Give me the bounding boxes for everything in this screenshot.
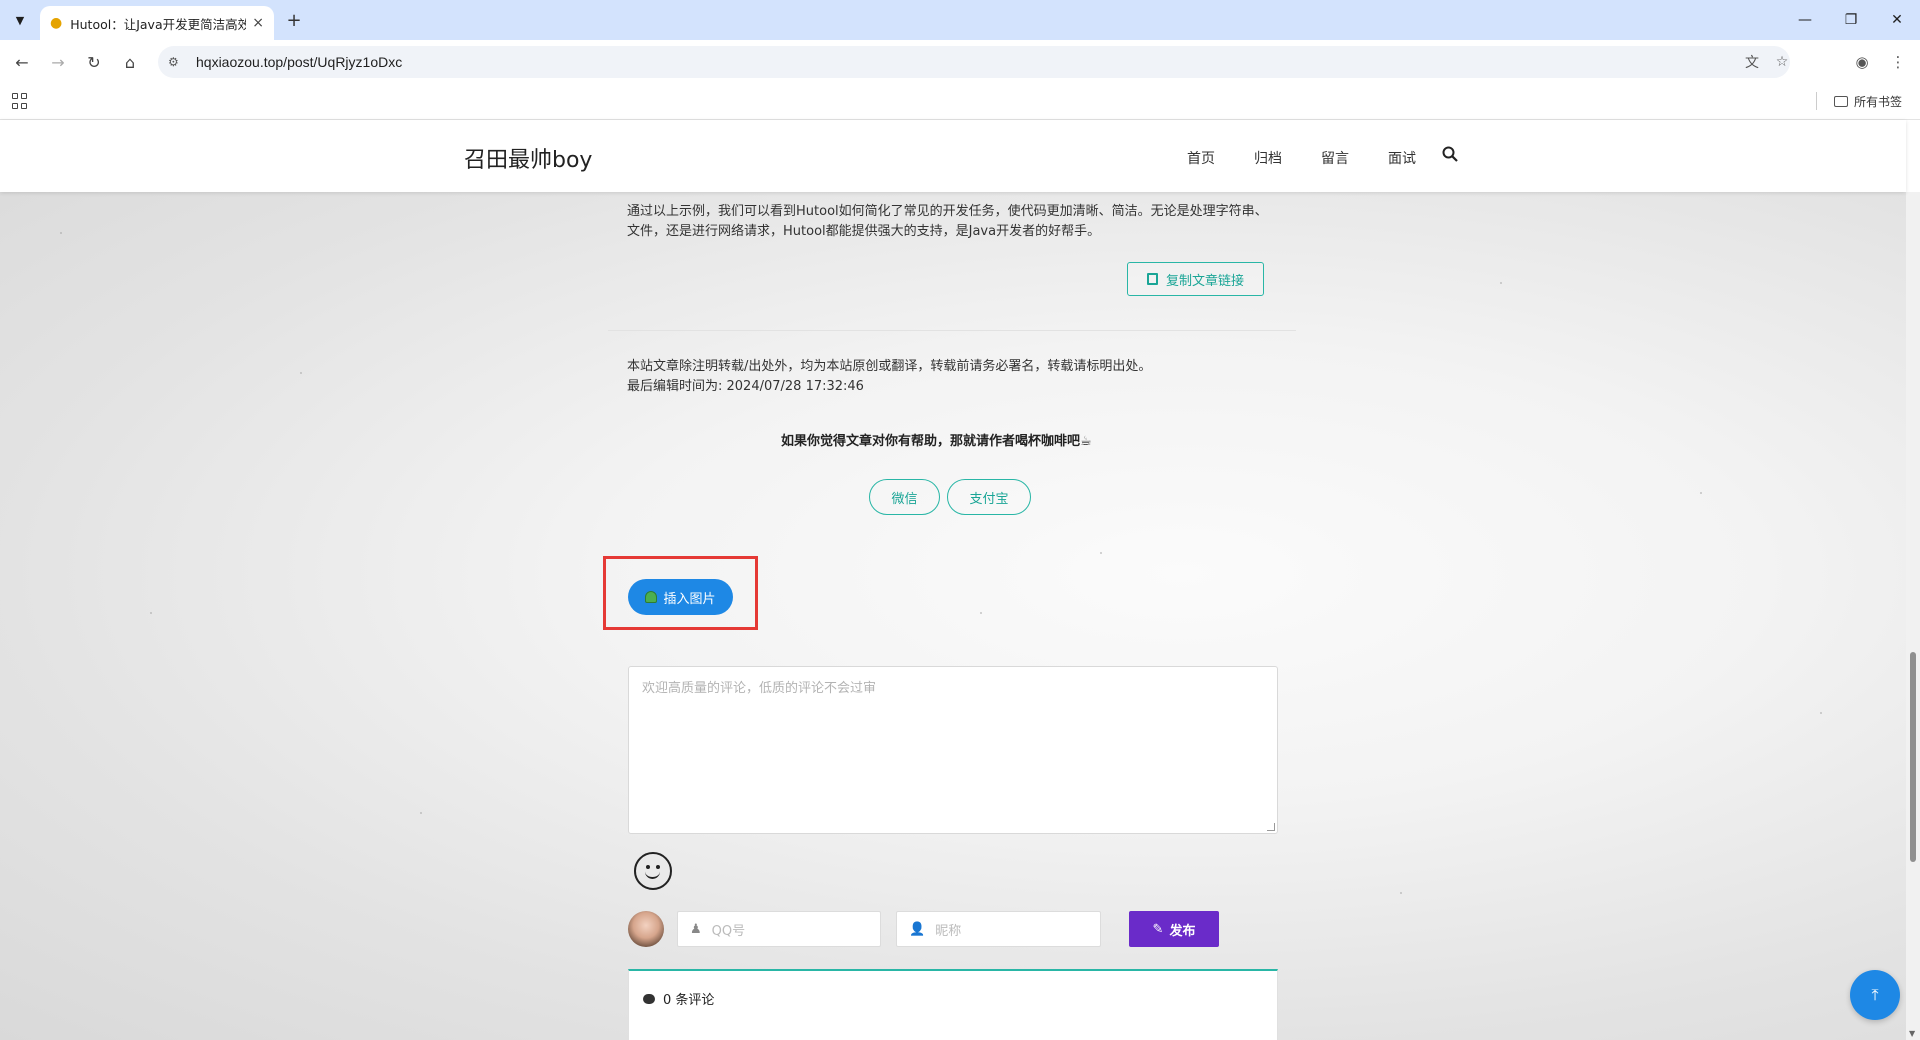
texture-speck (1400, 892, 1402, 894)
scrollbar-thumb[interactable] (1910, 652, 1916, 862)
nav-guestbook[interactable]: 留言 (1321, 148, 1349, 168)
qq-field[interactable]: ♟ QQ号 (677, 911, 881, 947)
comment-placeholder: 欢迎高质量的评论，低质的评论不会过审 (642, 681, 877, 696)
reload-icon[interactable]: ↻ (82, 50, 106, 74)
profile-icon[interactable]: ◉ (1850, 50, 1874, 74)
tab-close-icon[interactable]: × (252, 15, 264, 31)
texture-speck (300, 372, 302, 374)
arrow-up-icon: ⤒ (1871, 985, 1879, 1004)
penguin-icon: ♟ (690, 921, 702, 937)
texture-speck (1700, 492, 1702, 494)
apps-grid-icon[interactable] (12, 93, 28, 109)
nav-archive[interactable]: 归档 (1254, 148, 1282, 168)
texture-speck (150, 612, 152, 614)
address-bar[interactable]: ⚙ hqxiaozou.top/post/UqRjyz1oDxc ☆ 文 (158, 46, 1790, 78)
alipay-button[interactable]: 支付宝 (947, 479, 1031, 515)
qq-placeholder: QQ号 (711, 923, 746, 939)
forward-icon[interactable]: → (46, 50, 70, 74)
last-edited-text: 最后编辑时间为: 2024/07/28 17:32:46 (627, 379, 864, 394)
bookmarks-bar: 所有书签 (0, 84, 1920, 120)
browser-toolbar: ← → ↻ ⌂ ⚙ hqxiaozou.top/post/UqRjyz1oDxc… (0, 40, 1920, 84)
browser-tab-active[interactable]: ● Hutool：让Java开发更简洁高效 × (40, 6, 274, 40)
folder-icon (1834, 96, 1848, 107)
back-to-top-button[interactable]: ⤒ (1850, 970, 1900, 1020)
edit-icon: ✎ (1152, 921, 1164, 937)
scroll-down-arrow-icon[interactable]: ▼ (1909, 1029, 1915, 1038)
comments-panel: 0 条评论 (628, 969, 1278, 1040)
texture-speck (980, 612, 982, 614)
duck-favicon-icon: ● (50, 15, 63, 31)
texture-speck (420, 812, 422, 814)
restore-icon[interactable]: ❐ (1828, 0, 1874, 40)
emoji-smiley-icon[interactable] (634, 852, 672, 890)
copy-icon (1146, 273, 1158, 285)
copyright-notice: 本站文章除注明转载/出处外，均为本站原创或翻译，转载前请务必署名，转载请标明出处… (627, 357, 1151, 397)
site-settings-icon[interactable]: ⚙ (168, 55, 184, 69)
comment-bubble-icon (643, 993, 655, 1004)
texture-speck (1820, 712, 1822, 714)
search-icon[interactable] (1442, 146, 1458, 162)
browser-tab-bar: ▼ ● Hutool：让Java开发更简洁高效 × + — ❐ ✕ (0, 0, 1920, 40)
minimize-icon[interactable]: — (1782, 0, 1828, 40)
user-icon: 👤 (909, 921, 926, 937)
url-text[interactable]: hqxiaozou.top/post/UqRjyz1oDxc (196, 54, 402, 70)
donate-prompt: 如果你觉得文章对你有帮助，那就请作者喝杯咖啡吧☕ (781, 434, 1092, 449)
emoji-eye (646, 865, 650, 869)
wechat-pay-button[interactable]: 微信 (869, 479, 940, 515)
article-area: 通过以上示例，我们可以看到Hutool如何简化了常见的开发任务，使代码更加清晰、… (0, 192, 1906, 1040)
bookmark-star-icon[interactable]: ☆ (1768, 46, 1796, 78)
tab-title: Hutool：让Java开发更简洁高效 (70, 16, 247, 32)
insert-image-button[interactable]: 插入图片 (628, 579, 733, 615)
section-divider (608, 330, 1296, 331)
close-window-icon[interactable]: ✕ (1874, 0, 1920, 40)
publish-button[interactable]: ✎ 发布 (1129, 911, 1219, 947)
site-header: 召田最帅boy 首页 归档 留言 面试 (0, 120, 1906, 192)
nav-interview[interactable]: 面试 (1388, 148, 1416, 168)
texture-speck (60, 232, 62, 234)
comment-textarea[interactable]: 欢迎高质量的评论，低质的评论不会过审 (628, 666, 1278, 834)
all-bookmarks-label: 所有书签 (1854, 95, 1903, 109)
texture-speck (1100, 552, 1102, 554)
texture-speck (1500, 282, 1502, 284)
nickname-field[interactable]: 👤 昵称 (896, 911, 1101, 947)
emoji-mouth (645, 870, 660, 879)
insert-image-label: 插入图片 (663, 591, 716, 607)
comment-count: 0 条评论 (643, 989, 714, 1008)
translate-icon[interactable]: 文 (1738, 46, 1766, 78)
home-icon[interactable]: ⌂ (118, 50, 142, 74)
nav-home[interactable]: 首页 (1187, 148, 1215, 168)
copyright-text: 本站文章除注明转载/出处外，均为本站原创或翻译，转载前请务必署名，转载请标明出处… (627, 359, 1152, 374)
site-brand[interactable]: 召田最帅boy (464, 142, 592, 174)
copy-link-label: 复制文章链接 (1165, 273, 1244, 289)
comment-count-label: 0 条评论 (663, 993, 715, 1008)
menu-kebab-icon[interactable]: ⋮ (1886, 50, 1910, 74)
chevron-down-icon: ▼ (15, 13, 25, 27)
article-conclusion: 通过以上示例，我们可以看到Hutool如何简化了常见的开发任务，使代码更加清晰、… (627, 204, 1268, 239)
new-tab-button[interactable]: + (282, 8, 306, 32)
page-scrollbar[interactable]: ▼ (1906, 192, 1920, 1040)
copy-link-button[interactable]: 复制文章链接 (1127, 262, 1264, 296)
tab-list-button[interactable]: ▼ (8, 8, 32, 32)
back-icon[interactable]: ← (10, 50, 34, 74)
bookmarks-divider (1816, 92, 1817, 110)
nickname-placeholder: 昵称 (935, 923, 962, 939)
emoji-eye (656, 865, 660, 869)
resize-handle-icon[interactable] (1267, 823, 1275, 831)
avatar (628, 911, 664, 947)
publish-label: 发布 (1169, 923, 1196, 939)
all-bookmarks-button[interactable]: 所有书签 (1834, 93, 1902, 110)
image-icon (645, 591, 658, 603)
